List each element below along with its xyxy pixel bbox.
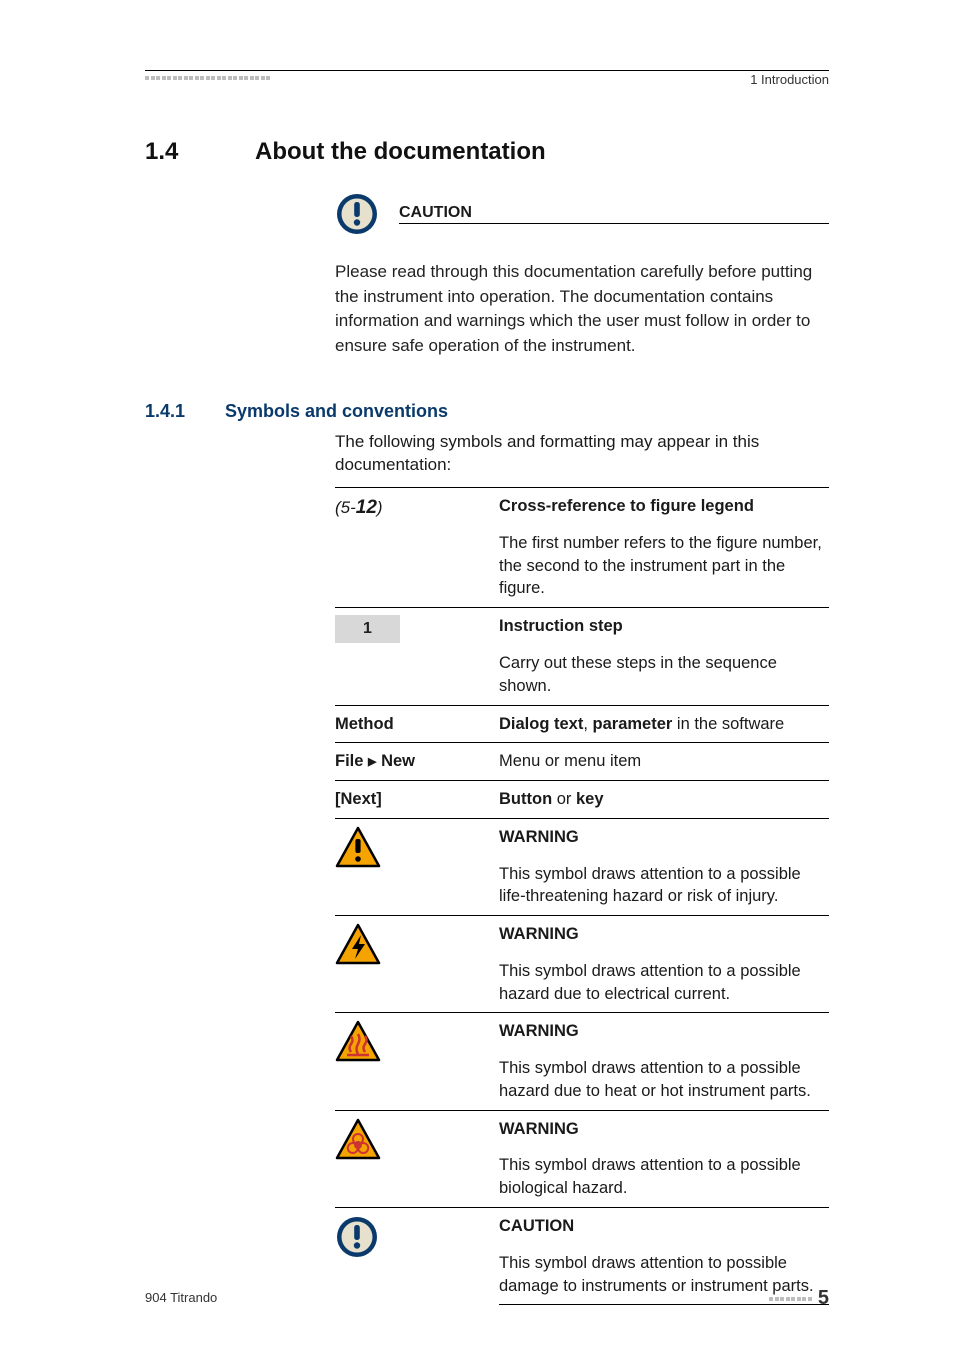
row-body: Carry out these steps in the sequence sh… <box>499 645 829 705</box>
row-head: WARNING <box>499 828 579 846</box>
table-row: WARNING <box>335 1110 829 1147</box>
row-head: CAUTION <box>499 1217 574 1235</box>
section-heading: 1.4 About the documentation <box>145 138 829 166</box>
section-number: 1.4 <box>145 138 255 166</box>
row-body: Dialog text, parameter in the software <box>499 705 829 743</box>
warning-icon <box>335 826 381 868</box>
method-label: Method <box>335 715 394 733</box>
row-body: This symbol draws attention to a possibl… <box>499 1147 829 1207</box>
subsection-title: Symbols and conventions <box>225 401 448 422</box>
symbols-table: (5-12) Cross-reference to figure legend … <box>335 487 829 1305</box>
row-head: WARNING <box>499 1022 579 1040</box>
row-body: This symbol draws attention to a possibl… <box>499 856 829 916</box>
row-body: This symbol draws attention to a possibl… <box>499 953 829 1013</box>
subsection-heading: 1.4.1 Symbols and conventions <box>145 401 829 422</box>
table-row: CAUTION <box>335 1208 829 1245</box>
table-row: (5-12) Cross-reference to figure legend <box>335 488 829 525</box>
table-row: WARNING <box>335 818 829 855</box>
caution-text: Please read through this documentation c… <box>335 260 829 359</box>
header-ornament <box>145 76 270 80</box>
heat-warning-icon <box>335 1020 381 1062</box>
row-body: The first number refers to the figure nu… <box>499 525 829 608</box>
footer-page: 5 <box>769 1287 829 1310</box>
caution-icon <box>335 1215 379 1259</box>
table-row: File ▶ New Menu or menu item <box>335 743 829 781</box>
header-chapter: 1 Introduction <box>750 72 829 87</box>
row-body: This symbol draws attention to a possibl… <box>499 1050 829 1110</box>
table-row: WARNING <box>335 1013 829 1050</box>
footer-ornament <box>769 1297 812 1301</box>
electric-warning-icon <box>335 923 381 965</box>
table-row: 1 Instruction step <box>335 608 829 645</box>
subsection-intro: The following symbols and formatting may… <box>335 430 829 478</box>
section-title: About the documentation <box>255 138 546 166</box>
menu-command: File ▶ New <box>335 743 499 781</box>
caution-label: CAUTION <box>399 204 829 224</box>
row-head: Cross-reference to figure legend <box>499 497 754 515</box>
row-body: Button or key <box>499 781 829 819</box>
step-badge: 1 <box>335 615 400 643</box>
caution-block: CAUTION Please read through this documen… <box>335 192 829 359</box>
row-head: WARNING <box>499 1120 579 1138</box>
row-head: WARNING <box>499 925 579 943</box>
table-row: WARNING <box>335 916 829 953</box>
header-rule <box>145 70 829 71</box>
table-row: Method Dialog text, parameter in the sof… <box>335 705 829 743</box>
subsection-number: 1.4.1 <box>145 401 225 422</box>
table-row: [Next] Button or key <box>335 781 829 819</box>
caution-icon <box>335 192 379 236</box>
biohazard-warning-icon <box>335 1118 381 1160</box>
row-body: Menu or menu item <box>499 743 829 781</box>
key-label: [Next] <box>335 790 382 808</box>
footer-product: 904 Titrando <box>145 1290 217 1305</box>
cross-ref-sample: (5-12) <box>335 498 383 517</box>
row-head: Instruction step <box>499 617 623 635</box>
